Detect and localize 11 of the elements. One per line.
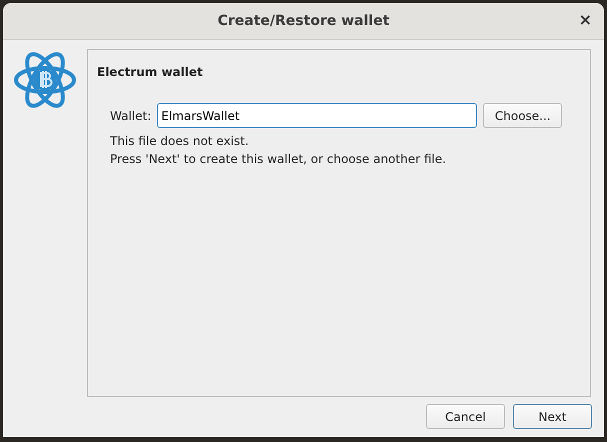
panel-heading: Electrum wallet [97, 64, 204, 81]
window-title: Create/Restore wallet [218, 12, 390, 30]
dialog-button[interactable]: Next [513, 404, 592, 429]
info-text: Press 'Next' to create this wallet, or choose another file. [110, 151, 446, 168]
wallet-label: Wallet: [110, 108, 152, 124]
close-button[interactable]: × [578, 11, 592, 29]
info-text: This file does not exist. [110, 133, 249, 150]
atom-bitcoin-logo-icon [13, 49, 77, 111]
dialog-button[interactable]: Cancel [426, 404, 505, 429]
wallet-input-field[interactable]: ElmarsWallet [157, 103, 478, 128]
choose-button[interactable]: Choose... [483, 103, 562, 128]
